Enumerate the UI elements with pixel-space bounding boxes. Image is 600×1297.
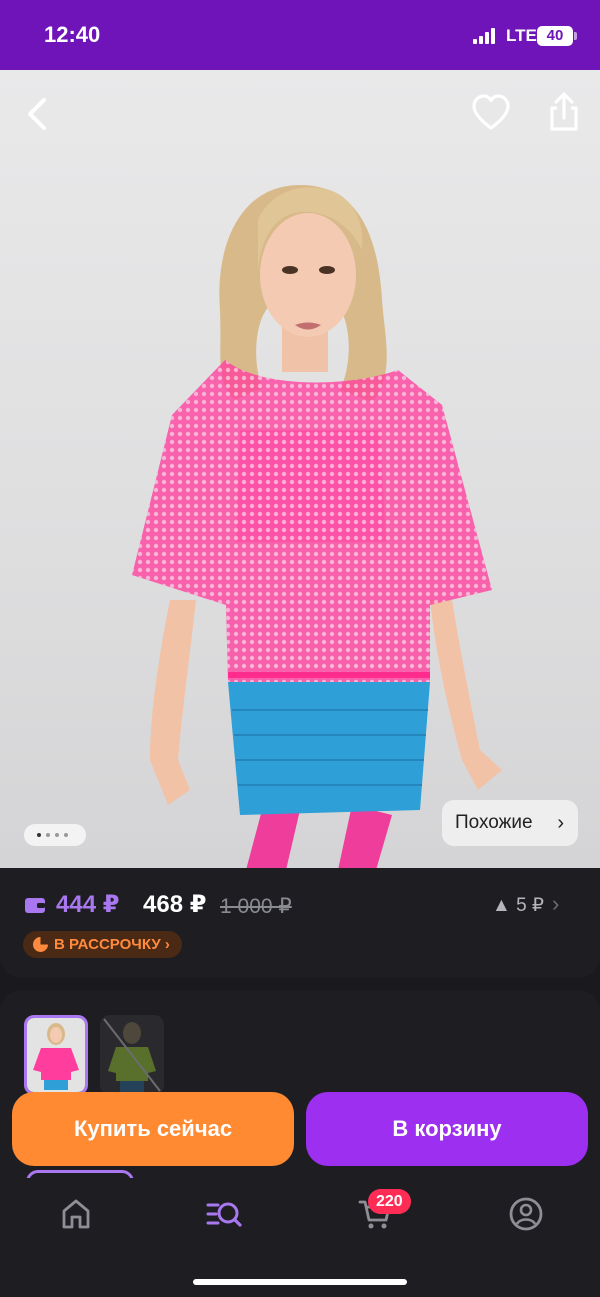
tab-home[interactable] bbox=[58, 1196, 94, 1232]
variant-thumbnail-green[interactable] bbox=[100, 1015, 164, 1095]
tab-profile[interactable] bbox=[508, 1196, 544, 1232]
cart-count-badge: 220 bbox=[368, 1189, 411, 1214]
chevron-right-icon[interactable]: › bbox=[552, 891, 559, 917]
share-button[interactable] bbox=[544, 90, 584, 134]
variant-thumbnail-pink[interactable] bbox=[24, 1015, 88, 1095]
variant-image bbox=[100, 1015, 164, 1095]
network-type: LTE bbox=[506, 26, 537, 45]
installment-badge[interactable]: В РАССРОЧКУ › bbox=[23, 931, 182, 958]
product-photo[interactable]: Похожие › bbox=[0, 70, 600, 870]
battery-tip bbox=[574, 32, 577, 40]
current-price: 468 ₽ bbox=[143, 891, 207, 918]
battery-icon: 40 bbox=[537, 26, 573, 46]
chevron-right-icon: › bbox=[557, 812, 564, 834]
tab-catalog[interactable] bbox=[206, 1196, 242, 1232]
catalog-search-icon bbox=[206, 1202, 242, 1227]
pie-chart-icon bbox=[33, 937, 48, 952]
home-indicator[interactable] bbox=[193, 1279, 407, 1285]
image-pagination bbox=[24, 824, 86, 846]
similar-button[interactable]: Похожие › bbox=[442, 800, 578, 846]
heart-icon bbox=[472, 94, 510, 130]
buy-now-button[interactable]: Купить сейчас bbox=[12, 1092, 294, 1166]
status-bar: 12:40 LTE 40 bbox=[0, 0, 600, 70]
wallet-icon bbox=[25, 898, 45, 913]
signal-icon bbox=[473, 28, 499, 44]
home-icon bbox=[62, 1199, 90, 1229]
old-price: 1 000 ₽ bbox=[220, 895, 292, 918]
favorite-button[interactable] bbox=[470, 92, 512, 134]
price-change[interactable]: ▲ 5 ₽ bbox=[492, 894, 544, 917]
wallet-price: 444 ₽ bbox=[56, 891, 120, 918]
status-time: 12:40 bbox=[44, 22, 101, 47]
product-model-illustration bbox=[132, 185, 502, 870]
installment-label: В РАССРОЧКУ › bbox=[54, 936, 170, 953]
profile-icon bbox=[509, 1197, 543, 1231]
add-to-cart-button[interactable]: В корзину bbox=[306, 1092, 588, 1166]
chevron-left-icon bbox=[28, 98, 46, 130]
share-icon bbox=[550, 92, 578, 131]
variant-image bbox=[27, 1018, 85, 1092]
price-card bbox=[0, 868, 600, 978]
back-button[interactable] bbox=[18, 94, 58, 134]
similar-label: Похожие bbox=[455, 812, 533, 833]
